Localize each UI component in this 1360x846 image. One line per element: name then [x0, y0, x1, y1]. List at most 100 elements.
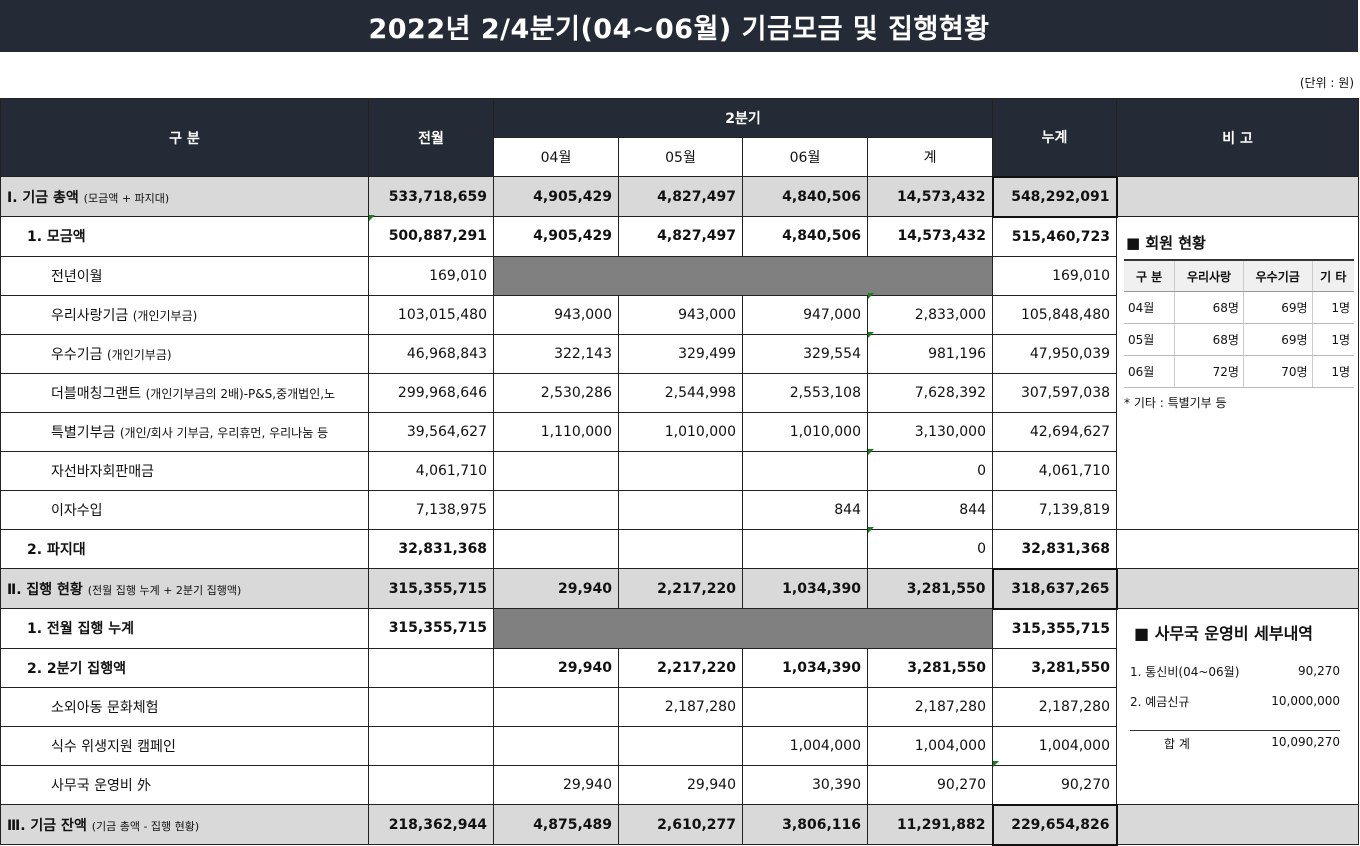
row-label: 2. 파지대 — [0, 528, 369, 569]
item-label: 특별기부금 — [51, 424, 116, 441]
cell-m05: 1,010,000 — [618, 411, 743, 452]
cell-sum: 0 — [866, 450, 994, 491]
header-sum: 계 — [866, 137, 994, 177]
cell-m06 — [742, 686, 868, 727]
office-expense-panel: ■ 사무국 운영비 세부내역 1. 통신비(04~06월) 90,270 2. … — [1130, 620, 1340, 752]
cell-blank — [492, 608, 994, 649]
cell-m06: 947,000 — [742, 294, 868, 335]
cell-m06 — [742, 450, 868, 491]
cell-m05: 2,610,277 — [618, 804, 743, 845]
item-sublabel: (개인기부금의 2배)-P&S,중개법인,노 — [145, 386, 336, 401]
cell-m04: 943,000 — [493, 294, 619, 335]
cell-prev: 4,061,710 — [368, 450, 494, 491]
header-cumulative: 누계 — [992, 98, 1118, 177]
cell-m04: 29,940 — [493, 647, 619, 688]
member-status-table: 구 분 우리사랑 우수기금 기 타 04월 68명 69명 1명 05월 68명… — [1124, 259, 1354, 388]
cell-m04: 322,143 — [493, 333, 619, 374]
header-prev: 전월 — [368, 98, 494, 177]
member-row: 04월 68명 69명 1명 — [1124, 291, 1354, 324]
cell-prev: 103,015,480 — [368, 294, 494, 335]
cell-m06: 1,034,390 — [742, 647, 868, 688]
member-count: 68명 — [1174, 291, 1244, 324]
table-row: Ⅲ. 기금 잔액 (기금 총액 - 집행 현황) 218,362,944 4,8… — [0, 803, 1360, 846]
cell-sum: 981,196 — [866, 333, 994, 374]
cell-cumulative: 32,831,368 — [992, 528, 1118, 569]
cell-prev: 39,564,627 — [368, 411, 494, 452]
member-header: 기 타 — [1311, 259, 1354, 292]
section-sublabel: (모금액 + 파지대) — [83, 191, 170, 205]
row-label: Ⅱ. 집행 현황 (전월 집행 누계 + 2분기 집행액) — [0, 568, 369, 609]
cell-m06 — [742, 528, 868, 569]
member-month: 06월 — [1124, 355, 1175, 388]
member-count: 69명 — [1242, 323, 1313, 356]
cell-prev — [368, 725, 494, 766]
cell-m05 — [618, 489, 743, 530]
comment-marker — [868, 332, 874, 338]
cell-m05: 943,000 — [618, 294, 743, 335]
cell-cumulative: 3,281,550 — [992, 647, 1118, 688]
member-header: 우수기금 — [1242, 259, 1313, 292]
office-item-label: 1. 통신비(04~06월) — [1130, 664, 1240, 679]
cell-m06: 30,390 — [742, 764, 868, 805]
cell-m06: 4,840,506 — [742, 176, 868, 217]
cell-cumulative: 548,292,091 — [991, 175, 1118, 218]
cell-sum: 844 — [866, 489, 994, 530]
member-header: 우리사랑 — [1174, 259, 1244, 292]
office-expense-title: ■ 사무국 운영비 세부내역 — [1134, 624, 1314, 643]
office-item: 2. 예금신규 10,000,000 — [1130, 686, 1340, 716]
cell-cumulative: 318,637,265 — [991, 567, 1118, 610]
table-row: 2. 파지대 32,831,368 0 32,831,368 — [0, 528, 1360, 569]
comment-marker — [868, 449, 874, 455]
cell-m05: 29,940 — [618, 764, 743, 805]
cell-sum: 1,004,000 — [866, 725, 994, 766]
header-m04: 04월 — [493, 137, 619, 177]
section-label: Ⅱ. 집행 현황 — [7, 581, 83, 598]
item-label: 더블매칭그랜트 — [51, 385, 142, 402]
cell-sum: 2,187,280 — [866, 686, 994, 727]
cell-m06: 2,553,108 — [742, 372, 868, 413]
cell-prev — [368, 647, 494, 688]
row-label: 1. 전월 집행 누계 — [0, 608, 369, 649]
row-label: 더블매칭그랜트 (개인기부금의 2배)-P&S,중개법인,노 — [0, 372, 369, 413]
row-label: 우리사랑기금 (개인기부금) — [0, 294, 369, 335]
item-sublabel: (개인기부금) — [132, 308, 198, 323]
cell-m04: 4,905,429 — [493, 176, 619, 217]
cell-note — [1116, 528, 1360, 569]
cell-cumulative: 2,187,280 — [992, 686, 1118, 727]
row-label: 우수기금 (개인기부금) — [0, 333, 369, 374]
section-sublabel: (전월 집행 누계 + 2분기 집행액) — [87, 583, 242, 597]
header-category: 구 분 — [0, 98, 369, 177]
row-label: 소외아동 문화체험 — [0, 686, 369, 727]
cell-m04: 4,905,429 — [493, 216, 619, 257]
cell-m06: 329,554 — [742, 333, 868, 374]
cell-m04: 1,110,000 — [493, 411, 619, 452]
cell-prev: 315,355,715 — [368, 568, 494, 609]
member-note: * 기타 : 특별기부 등 — [1124, 396, 1227, 410]
office-item: 1. 통신비(04~06월) 90,270 — [1130, 656, 1340, 686]
cell-prev: 7,138,975 — [368, 489, 494, 530]
member-count: 1명 — [1311, 323, 1354, 356]
header-quarter: 2분기 — [492, 98, 994, 138]
member-header: 구 분 — [1124, 259, 1175, 292]
unit-label: (단위 : 원) — [1299, 76, 1354, 90]
cell-m05: 2,544,998 — [618, 372, 743, 413]
cell-cumulative: 315,355,715 — [992, 608, 1118, 649]
cell-sum: 11,291,882 — [866, 804, 994, 845]
cell-m05: 4,827,497 — [618, 176, 743, 217]
cell-m04: 29,940 — [493, 568, 619, 609]
comment-marker — [868, 293, 874, 299]
section-label: Ⅲ. 기금 잔액 — [7, 817, 87, 834]
cell-cumulative: 1,004,000 — [992, 725, 1118, 766]
office-total: 합 계 10,090,270 — [1130, 730, 1340, 752]
cell-m06: 4,840,506 — [742, 216, 868, 257]
row-label: 사무국 운영비 外 — [0, 764, 369, 805]
item-label: 우리사랑기금 — [51, 307, 129, 324]
row-label: 특별기부금 (개인/회사 기부금, 우리휴먼, 우리나눔 등 — [0, 411, 369, 452]
cell-m05: 2,187,280 — [618, 686, 743, 727]
cell-sum: 2,833,000 — [866, 294, 994, 335]
cell-sum: 90,270 — [866, 764, 994, 805]
cell-m05 — [618, 528, 743, 569]
cell-m05 — [618, 450, 743, 491]
member-count: 70명 — [1242, 355, 1313, 388]
cell-m04: 2,530,286 — [493, 372, 619, 413]
